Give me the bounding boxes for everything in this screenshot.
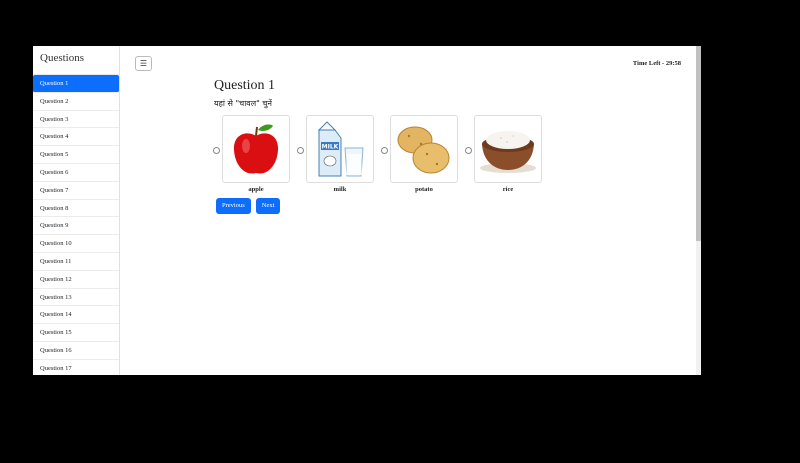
scrollbar[interactable]	[696, 46, 701, 375]
radio-milk[interactable]	[297, 147, 304, 154]
sidebar-item-question-8[interactable]: Question 8	[33, 200, 119, 218]
question-title: Question 1	[214, 78, 276, 93]
next-button[interactable]: Next	[255, 198, 281, 214]
sidebar-item-question-14[interactable]: Question 14	[33, 306, 119, 325]
main-content: ☰ Time Left - 29:58 Question 1 यहां से "…	[120, 46, 701, 375]
option-milk[interactable]: MILK milk	[297, 115, 374, 193]
option-card[interactable]: rice	[474, 115, 542, 193]
sidebar-item-question-6[interactable]: Question 6	[33, 164, 119, 182]
sidebar-item-question-7[interactable]: Question 7	[33, 182, 119, 200]
option-card[interactable]: apple	[222, 115, 290, 193]
sidebar-item-question-11[interactable]: Question 11	[33, 253, 119, 271]
question-list: Question 1 Question 2 Question 3 Questio…	[33, 75, 119, 375]
rice-image[interactable]	[474, 115, 542, 183]
option-label: rice	[502, 186, 514, 193]
sidebar-item-question-17[interactable]: Question 17	[33, 360, 119, 375]
sidebar-title: Questions	[33, 46, 119, 75]
sidebar-item-question-13[interactable]: Question 13	[33, 289, 119, 307]
sidebar-item-question-10[interactable]: Question 10	[33, 235, 119, 253]
milk-image[interactable]: MILK	[306, 115, 374, 183]
option-card[interactable]: potato	[390, 115, 458, 193]
sidebar-item-question-1[interactable]: Question 1	[33, 75, 119, 93]
option-apple[interactable]: apple	[213, 115, 290, 193]
option-label: apple	[248, 186, 264, 193]
hamburger-icon: ☰	[139, 59, 148, 68]
sidebar-item-question-16[interactable]: Question 16	[33, 342, 119, 360]
menu-toggle-button[interactable]: ☰	[135, 56, 152, 71]
question-sidebar: Questions Question 1 Question 2 Question…	[33, 46, 120, 375]
apple-image[interactable]	[222, 115, 290, 183]
sidebar-item-question-5[interactable]: Question 5	[33, 146, 119, 164]
question-prompt: यहां से "चावल" चुनें	[214, 99, 272, 108]
option-rice[interactable]: rice	[465, 115, 542, 193]
nav-buttons: Previous Next	[216, 198, 285, 214]
sidebar-item-question-4[interactable]: Question 4	[33, 128, 119, 147]
sidebar-item-question-3[interactable]: Question 3	[33, 111, 119, 129]
timer: Time Left - 29:58	[632, 60, 681, 67]
option-label: potato	[415, 186, 433, 193]
potato-image[interactable]	[390, 115, 458, 183]
radio-rice[interactable]	[465, 147, 472, 154]
sidebar-item-question-2[interactable]: Question 2	[33, 93, 119, 111]
quiz-window: Questions Question 1 Question 2 Question…	[33, 46, 701, 375]
sidebar-item-question-12[interactable]: Question 12	[33, 271, 119, 289]
options-row: apple MILK milk potato rice	[213, 115, 549, 193]
sidebar-item-question-9[interactable]: Question 9	[33, 217, 119, 236]
option-card[interactable]: MILK milk	[306, 115, 374, 193]
radio-potato[interactable]	[381, 147, 388, 154]
svg-text:MILK: MILK	[322, 144, 339, 151]
option-label: milk	[333, 186, 347, 193]
previous-button[interactable]: Previous	[216, 198, 251, 214]
option-potato[interactable]: potato	[381, 115, 458, 193]
sidebar-item-question-15[interactable]: Question 15	[33, 324, 119, 342]
scrollbar-thumb[interactable]	[696, 46, 701, 241]
radio-apple[interactable]	[213, 147, 220, 154]
